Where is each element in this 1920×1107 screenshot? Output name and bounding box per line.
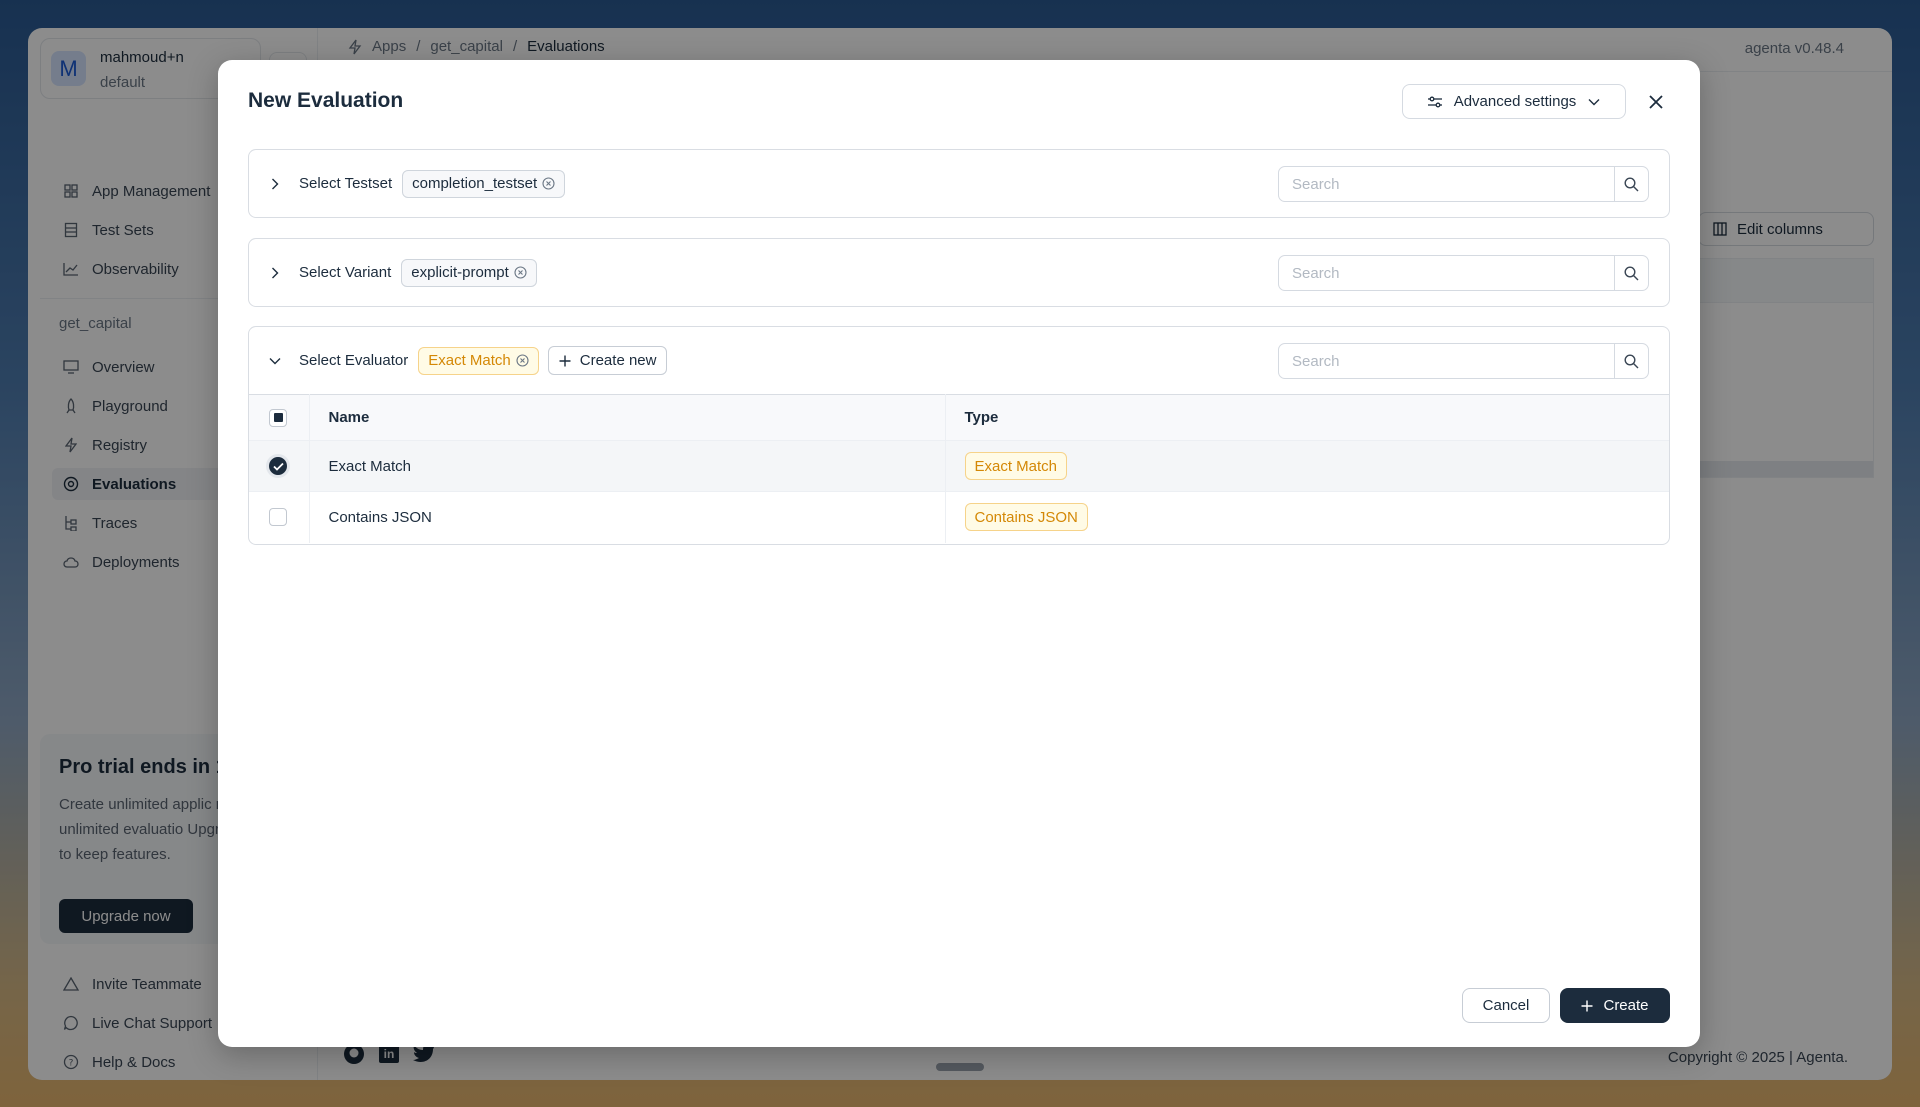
evaluator-panel-label: Select Evaluator	[299, 352, 409, 369]
tag-label: explicit-prompt	[411, 264, 509, 281]
variant-search-input[interactable]	[1279, 256, 1614, 290]
search-button[interactable]	[1614, 167, 1648, 201]
column-header-type[interactable]: Type	[945, 394, 1669, 441]
evaluator-panel-header[interactable]: Select Evaluator Exact Match Create new	[249, 327, 1669, 394]
evaluator-panel: Select Evaluator Exact Match Create new	[248, 326, 1670, 545]
create-button[interactable]: Create	[1560, 988, 1670, 1023]
chevron-down-icon[interactable]	[267, 353, 283, 369]
advanced-settings-label: Advanced settings	[1453, 93, 1577, 110]
sliders-icon	[1427, 96, 1442, 108]
row-checkbox[interactable]	[269, 508, 287, 527]
variant-search	[1278, 255, 1649, 291]
variant-panel-header[interactable]: Select Variant explicit-prompt	[249, 239, 1669, 306]
create-new-label: Create new	[579, 352, 657, 369]
remove-tag-icon[interactable]	[516, 354, 529, 367]
evaluator-type-cell: Exact Match	[945, 440, 1669, 492]
modal-title: New Evaluation	[248, 89, 404, 112]
search-button[interactable]	[1614, 256, 1648, 290]
new-evaluation-modal: New Evaluation Advanced settings Select …	[218, 60, 1700, 1047]
search-icon	[1624, 265, 1639, 281]
evaluator-type-cell: Contains JSON	[945, 492, 1669, 543]
close-icon	[1649, 95, 1663, 109]
tag-label: Exact Match	[428, 352, 511, 369]
row-checkbox-cell	[249, 440, 310, 492]
select-all-checkbox[interactable]	[269, 408, 287, 427]
advanced-settings-button[interactable]: Advanced settings	[1402, 84, 1626, 119]
testset-panel-header[interactable]: Select Testset completion_testset	[249, 150, 1669, 217]
type-tag: Contains JSON	[964, 503, 1088, 532]
testset-search	[1278, 166, 1649, 202]
chevron-down-icon	[1588, 98, 1600, 106]
remove-tag-icon[interactable]	[542, 177, 555, 190]
chevron-right-icon[interactable]	[267, 265, 283, 281]
table-header-row: Name Type	[249, 394, 1669, 441]
row-checkbox-cell	[249, 491, 310, 543]
variant-panel-label: Select Variant	[299, 264, 392, 281]
evaluator-search-input[interactable]	[1279, 344, 1614, 378]
selected-variant-tag: explicit-prompt	[401, 258, 537, 287]
plus-icon	[1581, 1000, 1593, 1012]
variant-panel: Select Variant explicit-prompt	[248, 238, 1670, 307]
search-icon	[1624, 353, 1639, 369]
type-tag: Exact Match	[964, 452, 1068, 480]
remove-tag-icon[interactable]	[514, 266, 527, 279]
create-label: Create	[1603, 997, 1649, 1014]
selected-testset-tag: completion_testset	[402, 169, 566, 198]
selected-evaluator-tag: Exact Match	[418, 346, 539, 375]
evaluator-search	[1278, 343, 1649, 379]
column-header-name[interactable]: Name	[309, 394, 946, 441]
chevron-right-icon[interactable]	[267, 176, 283, 192]
create-new-evaluator-button[interactable]: Create new	[547, 346, 668, 375]
row-checkbox[interactable]	[269, 457, 287, 475]
search-icon	[1624, 176, 1639, 192]
table-row[interactable]: Exact Match Exact Match	[249, 440, 1669, 492]
table-row[interactable]: Contains JSON Contains JSON	[249, 491, 1669, 543]
testset-panel-label: Select Testset	[299, 175, 393, 192]
testset-search-input[interactable]	[1279, 167, 1614, 201]
evaluator-table: Name Type Exact Match Exact Match Contai	[249, 394, 1669, 543]
evaluator-name: Contains JSON	[309, 491, 946, 543]
tag-label: completion_testset	[412, 175, 538, 192]
search-button[interactable]	[1614, 344, 1648, 378]
plus-icon	[559, 355, 571, 367]
testset-panel: Select Testset completion_testset	[248, 149, 1670, 218]
cancel-button[interactable]: Cancel	[1462, 988, 1550, 1023]
select-all-cell	[249, 394, 310, 441]
evaluator-name: Exact Match	[309, 440, 946, 492]
close-modal-button[interactable]	[1642, 88, 1670, 116]
